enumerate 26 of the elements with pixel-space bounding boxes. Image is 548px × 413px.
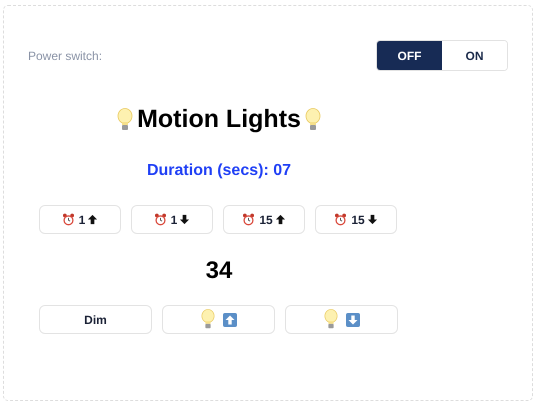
alarm-clock-icon [154, 213, 167, 226]
duration-button[interactable]: 15 [315, 205, 397, 234]
arrow-down-icon [346, 312, 360, 326]
light-bulb-icon [117, 108, 134, 132]
alarm-clock-icon [242, 213, 256, 226]
dim-button[interactable]: Dim [39, 305, 152, 334]
app-title: Motion Lights [137, 105, 301, 134]
arrow-up-icon [87, 214, 98, 225]
arrow-down-icon [366, 214, 378, 225]
duration-button[interactable]: 1 [131, 205, 213, 234]
light-bulb-icon [304, 108, 321, 132]
arrow-up-icon [222, 312, 236, 326]
duration-button[interactable]: 1 [39, 205, 121, 234]
brightness-up-button[interactable] [162, 305, 275, 334]
light-bulb-icon [200, 309, 214, 330]
alarm-clock-icon [62, 213, 75, 226]
duration-button[interactable]: 15 [223, 205, 305, 234]
alarm-clock-icon [334, 213, 348, 226]
power-switch-label: Power switch: [28, 48, 102, 62]
arrow-down-icon [179, 214, 190, 225]
duration-readout: Duration (secs): 07 [146, 162, 292, 180]
brightness-down-button[interactable] [285, 305, 398, 334]
arrow-up-icon [274, 214, 286, 225]
power-option[interactable]: OFF [377, 41, 442, 70]
brightness-value: 34 [206, 257, 232, 285]
light-bulb-icon [324, 309, 338, 330]
